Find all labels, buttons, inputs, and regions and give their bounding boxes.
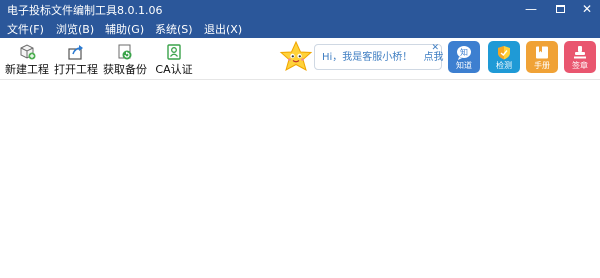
open-project-icon: [68, 45, 83, 60]
minimize-button[interactable]: —: [518, 0, 544, 20]
ca-cert-icon: [167, 44, 181, 60]
toolbar: 新建工程 打开工程 获取备份 CA认证 Hi，我是客服小桥！ 点我 ✕ 知 知道…: [0, 38, 600, 80]
menu-assist[interactable]: 辅助(G): [105, 23, 144, 37]
stamp-icon: [574, 46, 586, 59]
new-project-button[interactable]: 新建工程: [4, 38, 50, 80]
stamp-label: 签章: [572, 61, 588, 70]
check-label: 检测: [496, 61, 512, 70]
new-project-label: 新建工程: [5, 63, 49, 76]
manual-label: 手册: [534, 61, 550, 70]
star-mascot-icon[interactable]: [278, 40, 314, 76]
window-title: 电子投标文件编制工具8.0.1.06: [7, 4, 163, 17]
menu-browse[interactable]: 浏览(B): [56, 23, 94, 37]
assistant-greeting: Hi，我是客服小桥！: [322, 52, 413, 63]
menu-bar: 文件(F) 浏览(B) 辅助(G) 系统(S) 退出(X): [0, 22, 600, 38]
know-button[interactable]: 知 知道: [448, 41, 480, 73]
maximize-icon: [555, 5, 565, 13]
check-button[interactable]: 检测: [488, 41, 520, 73]
open-project-label: 打开工程: [54, 63, 98, 76]
ca-cert-label: CA认证: [155, 63, 193, 76]
get-backup-button[interactable]: 获取备份: [102, 38, 148, 80]
assistant-bubble: Hi，我是客服小桥！ 点我 ✕: [314, 43, 444, 70]
stamp-button[interactable]: 签章: [564, 41, 596, 73]
get-backup-icon: [118, 44, 132, 60]
know-icon: 知: [457, 46, 471, 60]
bubble-close-button[interactable]: ✕: [431, 43, 439, 53]
menu-file[interactable]: 文件(F): [7, 23, 44, 37]
manual-icon: [536, 46, 548, 59]
new-project-icon: [20, 44, 36, 60]
get-backup-label: 获取备份: [103, 63, 147, 76]
ca-cert-button[interactable]: CA认证: [153, 38, 195, 80]
assistant-link[interactable]: 点我: [424, 52, 444, 63]
maximize-button[interactable]: [547, 0, 573, 20]
close-button[interactable]: ✕: [574, 0, 600, 20]
know-label: 知道: [456, 61, 472, 70]
open-project-button[interactable]: 打开工程: [53, 38, 99, 80]
svg-text:知: 知: [460, 47, 468, 57]
shield-check-icon: [498, 46, 510, 60]
title-bar: 电子投标文件编制工具8.0.1.06 — ✕: [0, 0, 600, 22]
menu-system[interactable]: 系统(S): [155, 23, 193, 37]
manual-button[interactable]: 手册: [526, 41, 558, 73]
menu-exit[interactable]: 退出(X): [204, 23, 242, 37]
workspace-area: [0, 81, 600, 278]
